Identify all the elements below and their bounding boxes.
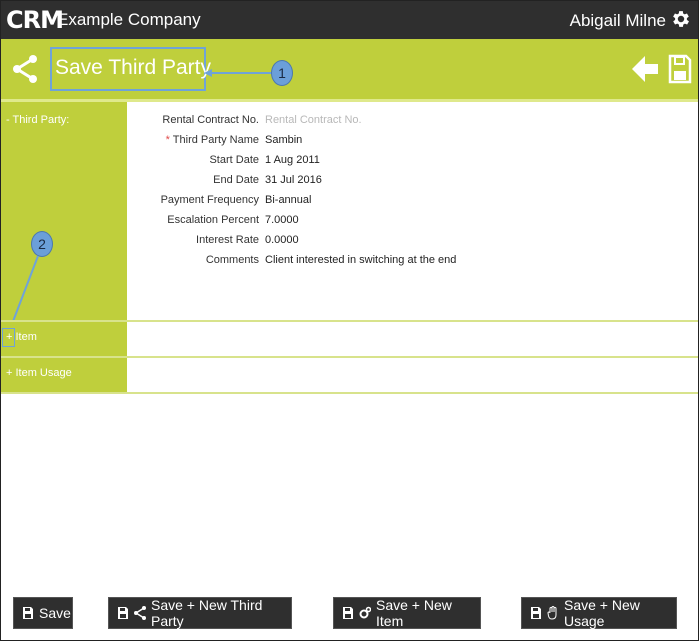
field-label: Payment Frequency <box>160 194 259 206</box>
item-section-body <box>127 322 698 356</box>
arrow-left-icon[interactable] <box>632 55 658 83</box>
floppy-disk-icon <box>23 607 33 619</box>
floppy-disk-icon <box>531 607 541 619</box>
share-icon <box>13 55 37 83</box>
callout-arrow-1 <box>204 69 274 77</box>
start-date-input[interactable]: 1 Aug 2011 <box>265 154 320 166</box>
field-label: Start Date <box>209 154 259 166</box>
field-label: Comments <box>205 254 259 266</box>
save-new-third-party-button[interactable]: Save + New Third Party <box>108 597 292 629</box>
floppy-disk-icon <box>343 607 353 619</box>
callout-badge-1: 1 <box>271 60 293 86</box>
item-section-header[interactable]: + Item <box>1 322 127 356</box>
expand-highlight-box <box>2 328 15 347</box>
hand-icon <box>547 606 557 620</box>
company-name: Example Company <box>57 10 201 29</box>
required-marker: * <box>165 134 170 146</box>
save-new-usage-label: Save + New Usage <box>564 597 640 629</box>
item-label-text: Item <box>15 331 37 343</box>
rental-contract-input[interactable]: Rental Contract No. <box>265 114 362 126</box>
save-new-usage-button[interactable]: Save + New Usage <box>521 597 677 629</box>
comments-input[interactable]: Client interested in switching at the en… <box>265 254 456 266</box>
share-icon <box>134 606 146 620</box>
payment-frequency-select[interactable]: Bi-annual <box>265 194 311 206</box>
escalation-percent-input[interactable]: 7.0000 <box>265 214 299 226</box>
save-button[interactable]: Save <box>13 597 73 629</box>
section-divider <box>1 392 698 394</box>
end-date-input[interactable]: 31 Jul 2016 <box>265 174 322 186</box>
item-usage-section-body <box>127 358 698 392</box>
interest-rate-input[interactable]: 0.0000 <box>265 234 299 246</box>
item-usage-label: + Item Usage <box>6 367 72 379</box>
item-usage-section-header[interactable]: + Item Usage <box>1 358 127 392</box>
floppy-disk-icon <box>118 607 128 619</box>
field-label: * Third Party Name <box>59 134 259 146</box>
save-button-label: Save <box>39 605 71 621</box>
floppy-disk-icon[interactable] <box>668 54 692 84</box>
field-label-text: Third Party Name <box>172 134 259 146</box>
user-name[interactable]: Abigail Milne <box>570 11 666 31</box>
logo-text: CRM <box>6 6 64 34</box>
crm-logo[interactable]: CRM <box>6 6 64 34</box>
field-label: End Date <box>213 174 259 186</box>
save-new-third-party-label: Save + New Third Party <box>151 597 263 629</box>
gears-icon <box>359 606 371 619</box>
third-party-name-input[interactable]: Sambin <box>265 134 302 146</box>
title-bar: Save Third Party <box>1 39 698 102</box>
top-bar: CRM Example Company Abigail Milne <box>1 1 698 39</box>
save-new-item-label: Save + New Item <box>376 597 452 629</box>
field-label: Interest Rate <box>196 234 259 246</box>
field-label: Rental Contract No. <box>162 114 259 126</box>
gear-icon[interactable] <box>670 8 692 30</box>
save-new-item-button[interactable]: Save + New Item <box>333 597 481 629</box>
page-title: Save Third Party <box>55 56 212 79</box>
field-label: Escalation Percent <box>167 214 259 226</box>
